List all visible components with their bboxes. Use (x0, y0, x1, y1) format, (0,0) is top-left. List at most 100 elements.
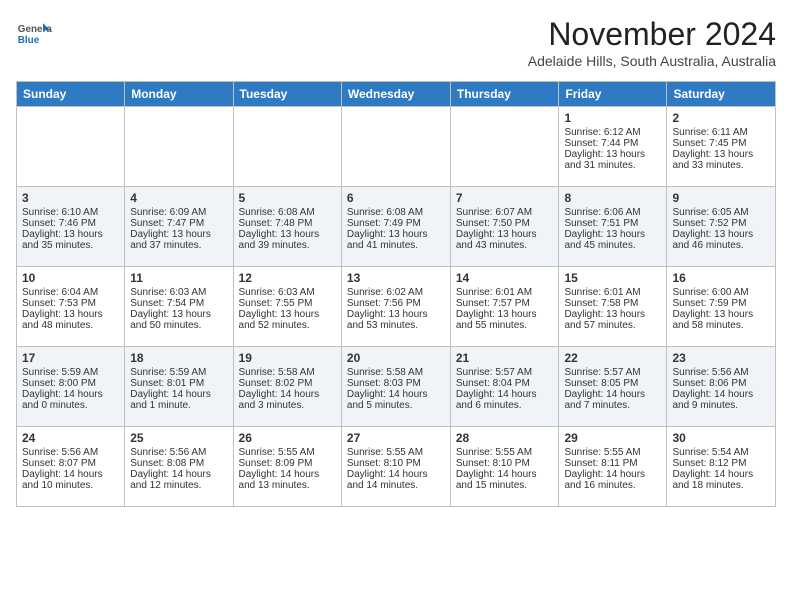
day-info: Sunset: 8:11 PM (564, 458, 661, 469)
day-info: Sunset: 7:50 PM (456, 218, 554, 229)
column-header-monday: Monday (125, 82, 233, 107)
day-info: Sunrise: 5:55 AM (347, 447, 445, 458)
calendar-cell: 11Sunrise: 6:03 AMSunset: 7:54 PMDayligh… (125, 267, 233, 347)
day-info: Daylight: 14 hours and 3 minutes. (239, 389, 336, 411)
day-info: Sunrise: 6:06 AM (564, 207, 661, 218)
day-info: Sunset: 7:59 PM (672, 298, 770, 309)
day-info: Sunrise: 6:04 AM (22, 287, 119, 298)
day-info: Sunrise: 5:57 AM (564, 367, 661, 378)
day-number: 11 (130, 271, 227, 285)
day-info: Sunset: 8:01 PM (130, 378, 227, 389)
day-info: Daylight: 14 hours and 14 minutes. (347, 469, 445, 491)
day-number: 4 (130, 191, 227, 205)
day-info: Sunset: 8:04 PM (456, 378, 554, 389)
day-number: 5 (239, 191, 336, 205)
day-info: Daylight: 14 hours and 6 minutes. (456, 389, 554, 411)
day-number: 2 (672, 111, 770, 125)
calendar-cell (233, 107, 341, 187)
calendar-cell: 26Sunrise: 5:55 AMSunset: 8:09 PMDayligh… (233, 427, 341, 507)
calendar-cell: 12Sunrise: 6:03 AMSunset: 7:55 PMDayligh… (233, 267, 341, 347)
day-info: Sunrise: 6:01 AM (456, 287, 554, 298)
day-info: Sunrise: 5:55 AM (564, 447, 661, 458)
day-number: 20 (347, 351, 445, 365)
day-info: Sunset: 8:02 PM (239, 378, 336, 389)
day-info: Sunset: 8:08 PM (130, 458, 227, 469)
calendar-cell: 4Sunrise: 6:09 AMSunset: 7:47 PMDaylight… (125, 187, 233, 267)
day-info: Sunrise: 5:54 AM (672, 447, 770, 458)
day-info: Sunset: 7:45 PM (672, 138, 770, 149)
day-info: Sunrise: 6:05 AM (672, 207, 770, 218)
day-info: Sunrise: 6:03 AM (239, 287, 336, 298)
day-number: 6 (347, 191, 445, 205)
calendar-cell: 10Sunrise: 6:04 AMSunset: 7:53 PMDayligh… (17, 267, 125, 347)
logo: General Blue (16, 16, 52, 52)
calendar-table: SundayMondayTuesdayWednesdayThursdayFrid… (16, 81, 776, 507)
calendar-cell: 24Sunrise: 5:56 AMSunset: 8:07 PMDayligh… (17, 427, 125, 507)
day-info: Daylight: 14 hours and 13 minutes. (239, 469, 336, 491)
day-number: 14 (456, 271, 554, 285)
day-info: Sunrise: 5:56 AM (672, 367, 770, 378)
calendar-cell: 19Sunrise: 5:58 AMSunset: 8:02 PMDayligh… (233, 347, 341, 427)
calendar-cell: 7 Sunrise: 6:07 AMSunset: 7:50 PMDaylight… (450, 187, 559, 267)
day-info: Sunset: 8:07 PM (22, 458, 119, 469)
svg-text:Blue: Blue (18, 35, 40, 46)
column-header-friday: Friday (559, 82, 667, 107)
day-info: Sunset: 8:10 PM (347, 458, 445, 469)
day-number: 25 (130, 431, 227, 445)
location-subtitle: Adelaide Hills, South Australia, Austral… (528, 53, 776, 69)
calendar-cell: 2Sunrise: 6:11 AMSunset: 7:45 PMDaylight… (667, 107, 776, 187)
calendar-cell: 23Sunrise: 5:56 AMSunset: 8:06 PMDayligh… (667, 347, 776, 427)
day-info: Sunset: 8:03 PM (347, 378, 445, 389)
calendar-cell: 6Sunrise: 6:08 AMSunset: 7:49 PMDaylight… (341, 187, 450, 267)
calendar-cell (341, 107, 450, 187)
calendar-week-row: 24Sunrise: 5:56 AMSunset: 8:07 PMDayligh… (17, 427, 776, 507)
day-info: Sunrise: 6:11 AM (672, 127, 770, 138)
day-number: 3 (22, 191, 119, 205)
day-number: 30 (672, 431, 770, 445)
day-number: 7 (456, 191, 554, 205)
day-info: Sunset: 7:58 PM (564, 298, 661, 309)
calendar-cell (125, 107, 233, 187)
day-info: Daylight: 14 hours and 12 minutes. (130, 469, 227, 491)
day-info: Sunrise: 6:08 AM (239, 207, 336, 218)
calendar-cell: 13Sunrise: 6:02 AMSunset: 7:56 PMDayligh… (341, 267, 450, 347)
calendar-cell: 27 Sunrise: 5:55 AMSunset: 8:10 PMDayligh… (341, 427, 450, 507)
month-title: November 2024 (528, 16, 776, 53)
calendar-week-row: 1Sunrise: 6:12 AMSunset: 7:44 PMDaylight… (17, 107, 776, 187)
day-info: Sunrise: 6:07 AM (456, 207, 554, 218)
day-info: Sunrise: 6:03 AM (130, 287, 227, 298)
calendar-cell: 9Sunrise: 6:05 AMSunset: 7:52 PMDaylight… (667, 187, 776, 267)
day-info: Sunrise: 5:56 AM (22, 447, 119, 458)
calendar-cell: 18Sunrise: 5:59 AMSunset: 8:01 PMDayligh… (125, 347, 233, 427)
day-number: 19 (239, 351, 336, 365)
day-info: Daylight: 13 hours and 43 minutes. (456, 229, 554, 251)
day-info: Sunset: 7:47 PM (130, 218, 227, 229)
day-number: 27 (347, 431, 445, 445)
day-info: Daylight: 14 hours and 0 minutes. (22, 389, 119, 411)
calendar-cell: 14Sunrise: 6:01 AMSunset: 7:57 PMDayligh… (450, 267, 559, 347)
day-info: Sunset: 8:10 PM (456, 458, 554, 469)
calendar-cell: 1Sunrise: 6:12 AMSunset: 7:44 PMDaylight… (559, 107, 667, 187)
day-info: Sunset: 7:51 PM (564, 218, 661, 229)
day-info: Sunset: 7:49 PM (347, 218, 445, 229)
calendar-week-row: 3Sunrise: 6:10 AMSunset: 7:46 PMDaylight… (17, 187, 776, 267)
day-info: Daylight: 13 hours and 57 minutes. (564, 309, 661, 331)
day-info: Sunrise: 6:08 AM (347, 207, 445, 218)
day-info: Sunset: 8:00 PM (22, 378, 119, 389)
calendar-cell: 20 Sunrise: 5:58 AMSunset: 8:03 PMDayligh… (341, 347, 450, 427)
day-info: Daylight: 14 hours and 5 minutes. (347, 389, 445, 411)
day-number: 22 (564, 351, 661, 365)
logo-icon: General Blue (16, 16, 52, 52)
column-header-saturday: Saturday (667, 82, 776, 107)
day-info: Sunrise: 5:59 AM (130, 367, 227, 378)
calendar-cell: 17Sunrise: 5:59 AMSunset: 8:00 PMDayligh… (17, 347, 125, 427)
day-number: 18 (130, 351, 227, 365)
day-info: Daylight: 13 hours and 45 minutes. (564, 229, 661, 251)
day-info: Sunrise: 5:55 AM (456, 447, 554, 458)
day-number: 12 (239, 271, 336, 285)
day-info: Sunset: 7:48 PM (239, 218, 336, 229)
day-info: Sunrise: 5:58 AM (347, 367, 445, 378)
day-info: Daylight: 13 hours and 58 minutes. (672, 309, 770, 331)
day-info: Sunset: 8:09 PM (239, 458, 336, 469)
day-info: Daylight: 13 hours and 50 minutes. (130, 309, 227, 331)
